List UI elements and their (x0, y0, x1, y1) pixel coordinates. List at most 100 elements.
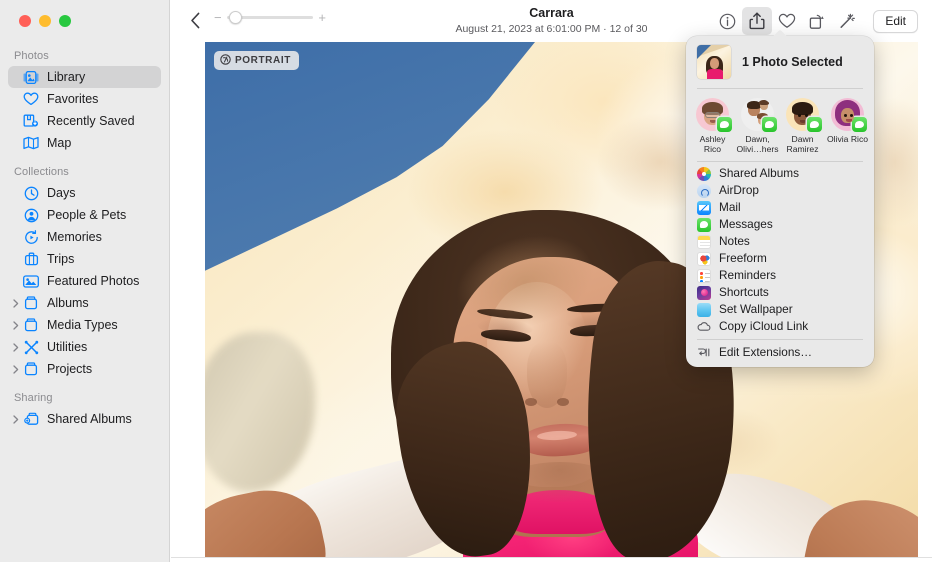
avatar-wrap[interactable] (831, 98, 864, 131)
sidebar-item-label: Memories (47, 231, 102, 244)
sidebar-section-collections: Collections Days People & Pets Memories (0, 166, 169, 380)
contact-name: Ashley Rico (689, 134, 736, 154)
menu-item-notes[interactable]: Notes (686, 233, 874, 250)
menu-item-edit-extensions[interactable]: Edit Extensions… (686, 344, 874, 361)
menu-item-freeform[interactable]: Freeform (686, 250, 874, 267)
menu-item-label: Reminders (719, 270, 776, 282)
menu-item-messages[interactable]: Messages (686, 216, 874, 233)
contact-name-line2: Ramirez (779, 144, 826, 154)
sidebar-item-label: Map (47, 137, 71, 150)
menu-item-reminders[interactable]: Reminders (686, 267, 874, 284)
thumbnail-face (710, 58, 719, 69)
sidebar-item-albums[interactable]: Albums (8, 292, 161, 314)
window-traffic-lights (0, 0, 169, 40)
notes-app-icon (697, 235, 711, 249)
sidebar-item-projects[interactable]: Projects (8, 358, 161, 380)
avatar-wrap[interactable] (741, 98, 774, 131)
chevron-right-icon[interactable] (10, 415, 21, 424)
contact-dawn-olivia-others[interactable]: Dawn, Olivi…hers (735, 98, 780, 154)
menu-item-mail[interactable]: Mail (686, 199, 874, 216)
heart-icon (22, 91, 40, 107)
zoom-slider[interactable]: − + (214, 11, 326, 24)
contact-name-line1: Dawn, (734, 134, 781, 144)
menu-item-shared-albums[interactable]: Shared Albums (686, 165, 874, 182)
menu-item-airdrop[interactable]: AirDrop (686, 182, 874, 199)
contact-name-line1: Dawn (779, 134, 826, 144)
messages-badge-icon (807, 117, 822, 132)
sidebar-item-map[interactable]: Map (8, 132, 161, 154)
edit-button[interactable]: Edit (873, 10, 918, 33)
chevron-right-icon[interactable] (10, 299, 21, 308)
heart-icon (778, 13, 796, 29)
wallpaper-icon (697, 303, 711, 317)
sidebar-item-library[interactable]: Library (8, 66, 161, 88)
photos-app-window: Photos Library Favorites Recently Saved (0, 0, 932, 562)
sidebar-item-media-types[interactable]: Media Types (8, 314, 161, 336)
sidebar-item-days[interactable]: Days (8, 182, 161, 204)
contact-dawn-ramirez[interactable]: Dawn Ramirez (780, 98, 825, 154)
share-menu-list: Shared Albums AirDrop Mail Messages Note… (686, 162, 874, 339)
info-button[interactable] (712, 7, 742, 35)
contact-name: Dawn, Olivi…hers (734, 134, 781, 154)
portrait-badge[interactable]: PORTRAIT (214, 51, 299, 70)
sidebar-item-label: Favorites (47, 93, 98, 106)
share-popover-header: 1 Photo Selected (686, 36, 874, 88)
menu-item-label: Edit Extensions… (719, 347, 812, 359)
reminders-app-icon (697, 269, 711, 283)
contact-ashley-rico[interactable]: Ashley Rico (690, 98, 735, 154)
portrait-badge-label: PORTRAIT (235, 55, 291, 66)
menu-item-label: Mail (719, 202, 741, 214)
avatar-wrap[interactable] (696, 98, 729, 131)
menu-item-shortcuts[interactable]: Shortcuts (686, 284, 874, 301)
sidebar-item-memories[interactable]: Memories (8, 226, 161, 248)
menu-item-label: AirDrop (719, 185, 759, 197)
album-icon (22, 295, 40, 311)
messages-app-icon (697, 218, 711, 232)
sidebar-item-label: Projects (47, 363, 92, 376)
close-button[interactable] (19, 15, 31, 27)
menu-item-copy-icloud-link[interactable]: Copy iCloud Link (686, 318, 874, 335)
mail-app-icon (697, 201, 711, 215)
zoom-in-label[interactable]: + (318, 11, 326, 24)
back-button[interactable] (184, 9, 206, 31)
sidebar-section-title: Photos (0, 50, 169, 66)
auto-enhance-button[interactable] (832, 7, 862, 35)
contact-name-line1: Olivia Rico (824, 134, 871, 144)
sidebar-item-recently-saved[interactable]: Recently Saved (8, 110, 161, 132)
menu-item-set-wallpaper[interactable]: Set Wallpaper (686, 301, 874, 318)
sidebar-item-favorites[interactable]: Favorites (8, 88, 161, 110)
shortcuts-app-icon (697, 286, 711, 300)
extensions-icon (697, 346, 711, 360)
chevron-right-icon[interactable] (10, 343, 21, 352)
chevron-right-icon[interactable] (10, 321, 21, 330)
sidebar-item-featured-photos[interactable]: Featured Photos (8, 270, 161, 292)
minimize-button[interactable] (39, 15, 51, 27)
share-icon (749, 12, 765, 30)
chevron-right-icon[interactable] (10, 365, 21, 374)
menu-item-label: Freeform (719, 253, 767, 265)
sidebar-item-label: Trips (47, 253, 74, 266)
contact-olivia-rico[interactable]: Olivia Rico (825, 98, 870, 154)
rotate-button[interactable] (802, 7, 832, 35)
airdrop-icon (697, 184, 711, 198)
menu-item-label: Notes (719, 236, 750, 248)
sidebar-item-label: Shared Albums (47, 413, 132, 426)
zoom-slider-knob[interactable] (229, 11, 242, 24)
sidebar-item-people-pets[interactable]: People & Pets (8, 204, 161, 226)
zoom-out-label[interactable]: − (214, 11, 222, 24)
sidebar-item-label: Utilities (47, 341, 87, 354)
sidebar-item-trips[interactable]: Trips (8, 248, 161, 270)
avatar-wrap[interactable] (786, 98, 819, 131)
recently-saved-icon (22, 113, 40, 129)
sidebar-item-shared-albums[interactable]: Shared Albums (8, 408, 161, 430)
menu-item-label: Shortcuts (719, 287, 769, 299)
selection-title: 1 Photo Selected (742, 55, 843, 69)
share-button[interactable] (742, 7, 772, 35)
toolbar-actions: Edit (712, 7, 918, 35)
zoom-slider-track[interactable] (227, 16, 314, 19)
sidebar-item-label: Media Types (47, 319, 118, 332)
zoom-button[interactable] (59, 15, 71, 27)
sidebar-section-sharing: Sharing Shared Albums (0, 392, 169, 430)
map-icon (22, 135, 40, 151)
sidebar-item-utilities[interactable]: Utilities (8, 336, 161, 358)
